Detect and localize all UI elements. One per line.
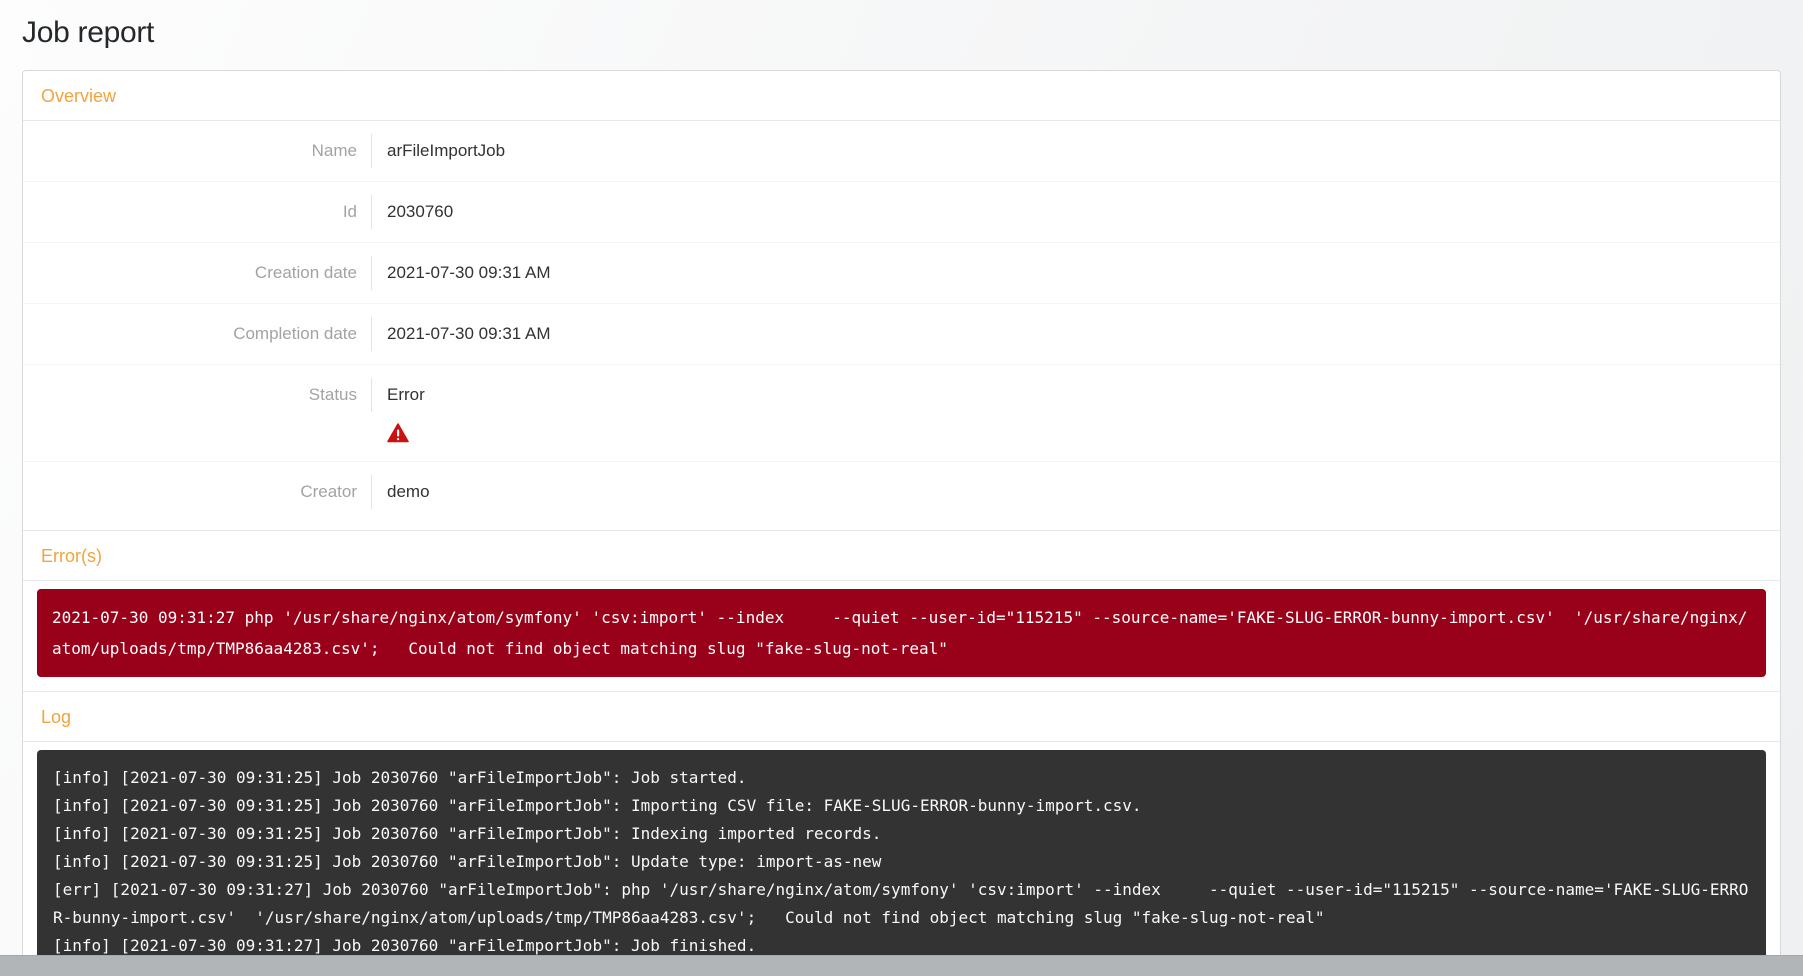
log-body: [info] [2021-07-30 09:31:25] Job 2030760… [23,742,1780,976]
warning-icon [387,423,425,443]
field-label: Creation date [23,256,372,290]
errors-heading: Error(s) [23,531,1780,581]
overview-heading: Overview [23,71,1780,121]
field-row-name: Name arFileImportJob [23,121,1780,181]
field-row-creation-date: Creation date 2021-07-30 09:31 AM [23,242,1780,303]
log-output-box: [info] [2021-07-30 09:31:25] Job 2030760… [37,750,1766,974]
field-value: demo [372,475,430,509]
field-value: 2021-07-30 09:31 AM [372,317,551,351]
field-value: arFileImportJob [372,134,505,168]
log-line: [info] [2021-07-30 09:31:25] Job 2030760… [53,764,1750,792]
field-value: 2021-07-30 09:31 AM [372,256,551,290]
errors-body: 2021-07-30 09:31:27 php '/usr/share/ngin… [23,581,1780,691]
field-row-status: Status Error [23,364,1780,461]
field-label: Completion date [23,317,372,351]
error-message-box: 2021-07-30 09:31:27 php '/usr/share/ngin… [37,589,1766,677]
field-label: Name [23,134,372,168]
overview-fields: Name arFileImportJob Id 2030760 Creation… [23,121,1780,530]
log-line: [err] [2021-07-30 09:31:27] Job 2030760 … [53,876,1750,932]
page-bottom-band [0,955,1803,976]
errors-section: Error(s) 2021-07-30 09:31:27 php '/usr/s… [23,530,1780,691]
overview-section: Overview Name arFileImportJob Id 2030760… [23,71,1780,530]
field-label: Id [23,195,372,229]
field-value: Error [372,378,425,448]
status-text: Error [387,383,425,407]
log-line: [info] [2021-07-30 09:31:25] Job 2030760… [53,820,1750,848]
job-report-panel: Overview Name arFileImportJob Id 2030760… [22,70,1781,976]
field-label: Creator [23,475,372,509]
log-section: Log [info] [2021-07-30 09:31:25] Job 203… [23,691,1780,976]
field-row-creator: Creator demo [23,461,1780,522]
field-label: Status [23,378,372,412]
field-row-completion-date: Completion date 2021-07-30 09:31 AM [23,303,1780,364]
log-line: [info] [2021-07-30 09:31:25] Job 2030760… [53,848,1750,876]
page-title: Job report [22,16,1803,50]
log-line: [info] [2021-07-30 09:31:25] Job 2030760… [53,792,1750,820]
log-heading: Log [23,692,1780,742]
field-value: 2030760 [372,195,453,229]
field-row-id: Id 2030760 [23,181,1780,242]
